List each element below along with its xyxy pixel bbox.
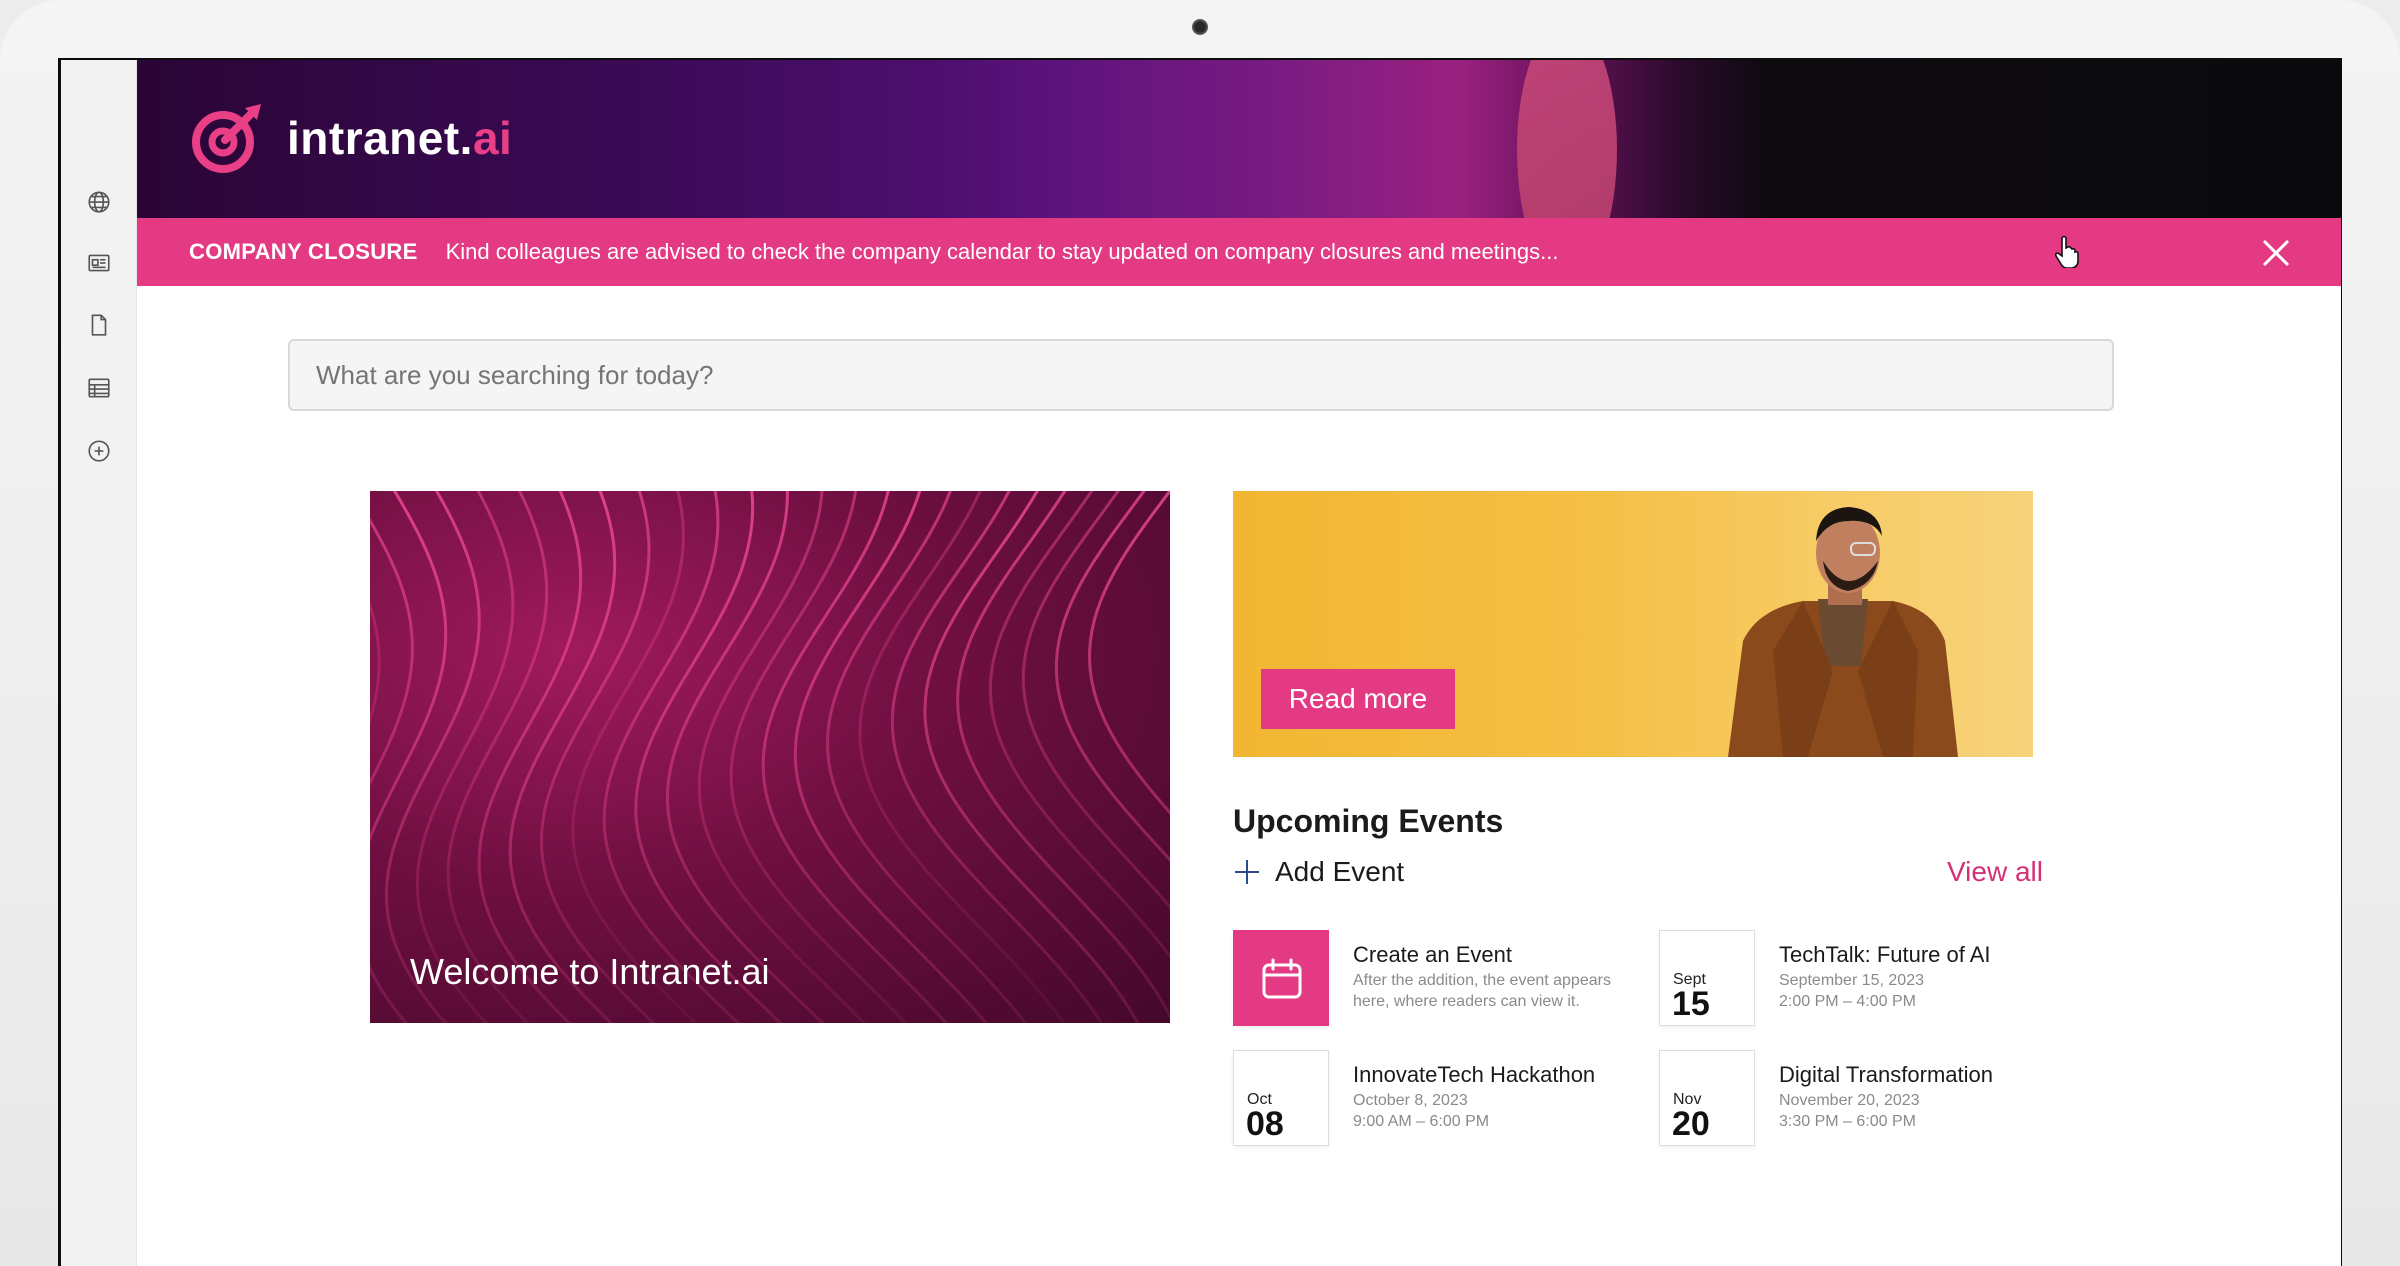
wave-line bbox=[956, 491, 1170, 1020]
app-header: intranet.ai bbox=[137, 60, 2341, 218]
event-title: Digital Transformation bbox=[1779, 1062, 1993, 1087]
table-icon[interactable] bbox=[85, 374, 113, 402]
event-item-create[interactable]: Create an Event After the addition, the … bbox=[1233, 930, 1633, 1026]
calendar-tile bbox=[1233, 930, 1329, 1026]
camera-icon bbox=[1192, 19, 1208, 35]
event-item-hackathon[interactable]: Oct 08 InnovateTech Hackathon October 8,… bbox=[1233, 1050, 1633, 1146]
event-title: InnovateTech Hackathon bbox=[1353, 1062, 1596, 1087]
calendar-icon bbox=[1262, 958, 1302, 999]
event-date: November 20, 2023 bbox=[1779, 1092, 1920, 1109]
search-input[interactable] bbox=[288, 339, 2114, 411]
event-time: 2:00 PM – 4:00 PM bbox=[1779, 993, 1916, 1010]
event-title: TechTalk: Future of AI bbox=[1779, 942, 1991, 967]
wave-line bbox=[825, 491, 1028, 1023]
wave-line bbox=[370, 601, 381, 725]
event-line1: After the addition, the event appears bbox=[1353, 972, 1611, 989]
event-line2: here, where readers can view it. bbox=[1353, 993, 1580, 1010]
wave-lines-graphic bbox=[370, 491, 1170, 1023]
add-event-button[interactable]: Add Event bbox=[1233, 856, 1404, 888]
target-logo-icon bbox=[192, 104, 261, 173]
news-icon[interactable] bbox=[85, 249, 113, 277]
header-decoration bbox=[1517, 60, 1617, 218]
promo-banner: Read more bbox=[1233, 491, 2033, 757]
date-tile: Nov 20 bbox=[1659, 1050, 1755, 1146]
hand-cursor-icon bbox=[2054, 235, 2079, 268]
person-photo bbox=[1728, 507, 1958, 757]
add-circle-icon[interactable] bbox=[85, 437, 113, 465]
wave-line bbox=[370, 517, 414, 787]
wave-line bbox=[1021, 491, 1170, 910]
app-screen: intranet.ai COMPANY CLOSURE Kind colleag… bbox=[61, 60, 2341, 1266]
closure-message[interactable]: Kind colleagues are advised to check the… bbox=[446, 239, 1559, 265]
close-icon[interactable] bbox=[2261, 238, 2291, 268]
event-item-techtalk[interactable]: Sept 15 TechTalk: Future of AI September… bbox=[1659, 930, 2059, 1026]
brand-logo-link[interactable]: intranet.ai bbox=[189, 100, 512, 176]
date-day: 08 bbox=[1246, 1105, 1284, 1143]
event-date: September 15, 2023 bbox=[1779, 972, 1924, 989]
wave-line bbox=[665, 491, 825, 1023]
event-time: 9:00 AM – 6:00 PM bbox=[1353, 1113, 1490, 1130]
wave-line bbox=[539, 491, 656, 1023]
hero-title: Welcome to Intranet.ai bbox=[410, 951, 770, 992]
event-title: Create an Event bbox=[1353, 942, 1512, 967]
wave-line bbox=[890, 491, 1103, 1023]
left-rail bbox=[61, 60, 137, 1266]
wave-line bbox=[508, 491, 617, 1023]
add-event-label: Add Event bbox=[1275, 856, 1405, 887]
brand-name: intranet.ai bbox=[287, 112, 513, 164]
date-day: 15 bbox=[1672, 985, 1710, 1023]
globe-icon[interactable] bbox=[85, 188, 113, 216]
event-time: 3:30 PM – 6:00 PM bbox=[1779, 1113, 1916, 1130]
event-date: October 8, 2023 bbox=[1353, 1092, 1468, 1109]
laptop-frame: intranet.ai COMPANY CLOSURE Kind colleag… bbox=[0, 0, 2400, 1266]
closure-banner: COMPANY CLOSURE Kind colleagues are advi… bbox=[137, 218, 2341, 286]
closure-title: COMPANY CLOSURE bbox=[189, 239, 418, 264]
events-heading: Upcoming Events bbox=[1233, 803, 1504, 839]
plus-icon bbox=[1235, 860, 1259, 884]
wave-line bbox=[729, 491, 908, 1023]
welcome-hero-card[interactable]: Welcome to Intranet.ai bbox=[370, 491, 1170, 1023]
wave-line bbox=[1054, 491, 1170, 863]
read-more-button[interactable]: Read more bbox=[1261, 669, 1455, 729]
date-tile: Sept 15 bbox=[1659, 930, 1755, 1026]
date-day: 20 bbox=[1672, 1105, 1710, 1143]
view-all-link[interactable]: View all bbox=[1947, 856, 2043, 888]
document-icon[interactable] bbox=[85, 311, 113, 339]
event-item-digital[interactable]: Nov 20 Digital Transformation November 2… bbox=[1659, 1050, 2059, 1146]
date-tile: Oct 08 bbox=[1233, 1050, 1329, 1146]
